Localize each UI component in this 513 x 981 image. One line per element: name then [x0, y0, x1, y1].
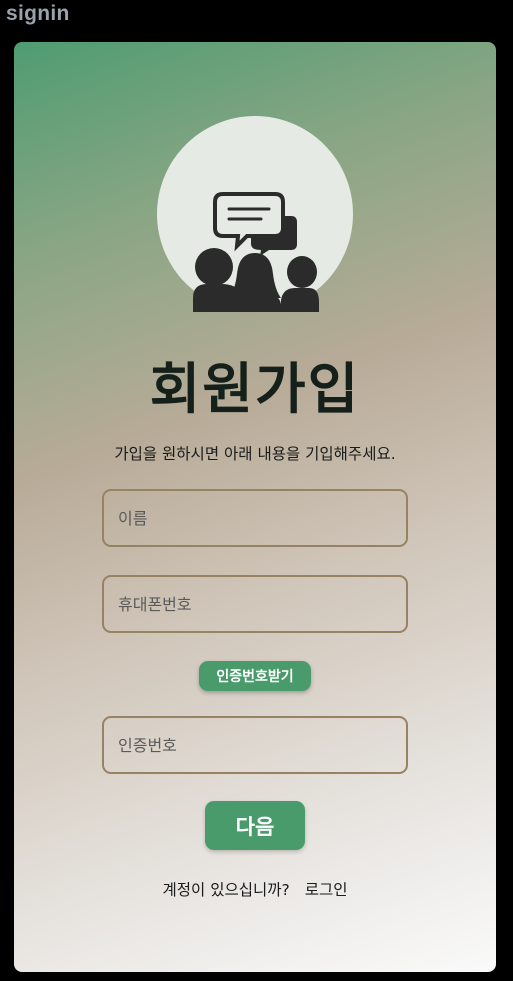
avatar-circle — [157, 116, 353, 312]
page-subtitle: 가입을 원하시면 아래 내용을 기입해주세요. — [114, 445, 396, 463]
login-link[interactable]: 로그인 — [305, 881, 348, 899]
page-title: 회원가입 — [149, 357, 361, 421]
frame-label: signin — [6, 2, 70, 25]
group-chat-icon — [193, 192, 319, 312]
next-button[interactable]: 다음 — [205, 801, 305, 850]
login-row: 계정이 있으십니까? 로그인 — [14, 878, 496, 900]
signup-card: 회원가입 가입을 원하시면 아래 내용을 기입해주세요. 인증번호받기 다음 계… — [14, 42, 496, 972]
request-code-button[interactable]: 인증번호받기 — [199, 661, 311, 691]
phone-input[interactable] — [102, 575, 408, 633]
name-input[interactable] — [102, 489, 408, 547]
verification-code-input[interactable] — [102, 716, 408, 774]
login-prompt: 계정이 있으십니까? — [162, 881, 290, 899]
